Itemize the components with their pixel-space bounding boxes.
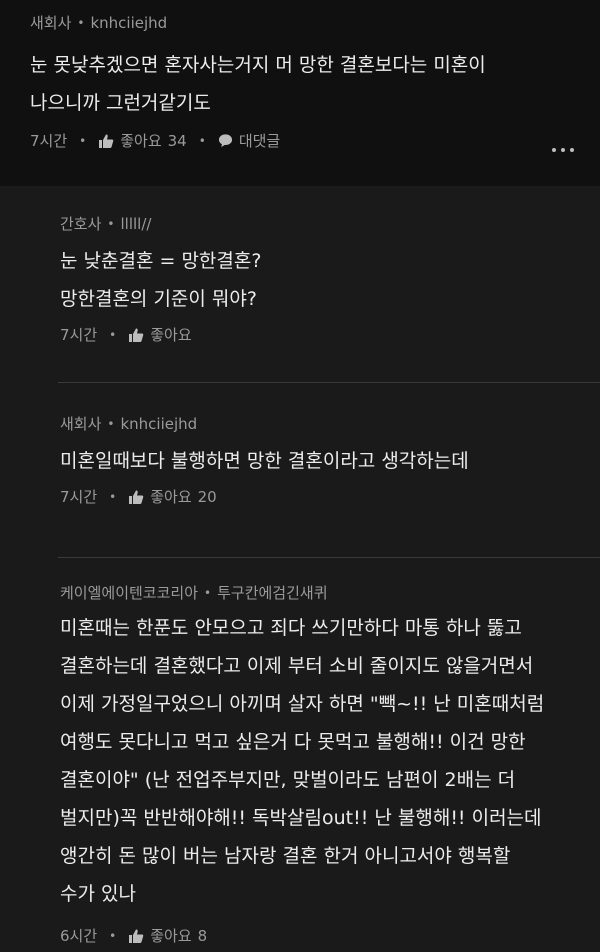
meta-dot: •: [107, 216, 115, 231]
more-dot: [570, 148, 574, 152]
reply-meta: 새회사 • knhciiejhd: [60, 413, 600, 434]
reply-actions: 6시간 • 좋아요 8: [60, 925, 600, 946]
like-button[interactable]: 좋아요 20: [128, 486, 217, 507]
author-name[interactable]: knhciiejhd: [90, 14, 167, 32]
like-label: 좋아요: [150, 927, 192, 945]
like-count: 8: [197, 926, 208, 945]
author-name[interactable]: lllll//: [120, 215, 151, 233]
reply-time: 7시간: [60, 488, 98, 506]
reply-item: 간호사 • lllll// 눈 낮춘결혼 = 망한결혼? 망한결혼의 기준이 뭐…: [58, 186, 600, 382]
reply-actions: 7시간 • 좋아요: [60, 324, 600, 345]
meta-dot: •: [204, 585, 212, 600]
reply-meta: 케이엘에이텐코코리아 • 투구칸에검긴새퀴: [60, 582, 600, 603]
comment-text: 눈 못낮추겠으면 혼자사는거지 머 망한 결혼보다는 미혼이 나으니까 그런거같…: [30, 54, 486, 114]
reply-meta: 간호사 • lllll//: [60, 213, 600, 234]
thumbs-up-icon: [128, 489, 144, 505]
like-count: 20: [197, 487, 217, 506]
like-button[interactable]: 좋아요: [128, 324, 192, 345]
separator-dot: •: [79, 133, 87, 148]
like-label: 좋아요: [150, 326, 192, 344]
comment-time: 7시간: [30, 132, 68, 150]
author-job[interactable]: 간호사: [60, 213, 101, 234]
like-count: 34: [167, 131, 187, 150]
like-button[interactable]: 좋아요 8: [128, 925, 207, 946]
reply-actions: 7시간 • 좋아요 20: [60, 486, 600, 507]
reply-list: 간호사 • lllll// 눈 낮춘결혼 = 망한결혼? 망한결혼의 기준이 뭐…: [0, 186, 600, 946]
meta-dot: •: [107, 416, 115, 431]
author-job[interactable]: 새회사: [60, 413, 101, 434]
more-dot: [561, 148, 565, 152]
reply-time: 6시간: [60, 927, 98, 945]
like-label: 좋아요: [120, 132, 162, 150]
thumbs-up-icon: [98, 133, 114, 149]
thumbs-up-icon: [128, 928, 144, 944]
author-job[interactable]: 케이엘에이텐코코리아: [60, 582, 198, 603]
separator-dot: •: [109, 489, 117, 504]
author-name[interactable]: knhciiejhd: [120, 415, 197, 433]
reply-text: 미혼때는 한푼도 안모으고 죄다 쓰기만하다 마통 하나 뚫고 결혼하는데 결혼…: [60, 617, 545, 905]
top-comment: 새회사 • knhciiejhd 눈 못낮추겠으면 혼자사는거지 머 망한 결혼…: [0, 0, 600, 186]
reply-time: 7시간: [60, 326, 98, 344]
separator-dot: •: [109, 327, 117, 342]
more-dots-icon: [552, 148, 556, 152]
separator-dot: •: [198, 133, 206, 148]
separator-dot: •: [109, 928, 117, 943]
author-name[interactable]: 투구칸에검긴새퀴: [217, 582, 327, 603]
reply-text: 미혼일때보다 불행하면 망한 결혼이라고 생각하는데: [60, 450, 469, 472]
more-options-button[interactable]: [552, 148, 574, 152]
reply-text: 눈 낮춘결혼 = 망한결혼? 망한결혼의 기준이 뭐야?: [60, 250, 262, 310]
reply-item: 새회사 • knhciiejhd 미혼일때보다 불행하면 망한 결혼이라고 생각…: [58, 383, 600, 557]
comment-meta: 새회사 • knhciiejhd: [30, 12, 600, 33]
reply-button[interactable]: 대댓글: [218, 130, 280, 151]
thumbs-up-icon: [128, 327, 144, 343]
comment-actions: 7시간 • 좋아요 34 • 대댓글: [30, 130, 600, 151]
meta-dot: •: [77, 15, 85, 30]
speech-bubble-icon: [218, 134, 232, 148]
reply-item: 케이엘에이텐코코리아 • 투구칸에검긴새퀴 미혼때는 한푼도 안모으고 죄다 쓰…: [58, 558, 600, 946]
like-button[interactable]: 좋아요 34: [98, 130, 187, 151]
like-label: 좋아요: [150, 488, 192, 506]
reply-label: 대댓글: [238, 132, 281, 150]
author-job[interactable]: 새회사: [30, 12, 71, 33]
